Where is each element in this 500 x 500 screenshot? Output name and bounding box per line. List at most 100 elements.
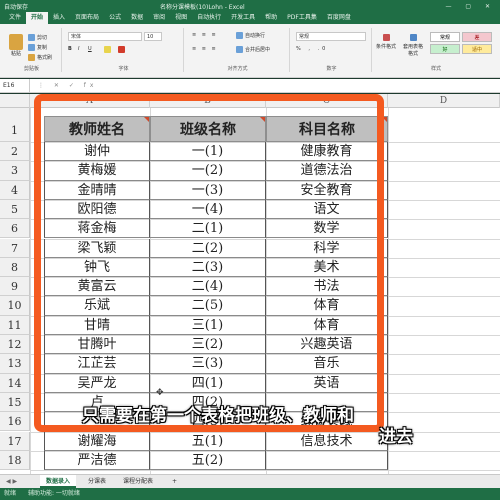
- table-cell[interactable]: 兴趣英语: [266, 335, 388, 355]
- row-header-5[interactable]: 5: [0, 199, 30, 220]
- ribbon-tab-5[interactable]: 数据: [126, 12, 148, 24]
- number-format-select[interactable]: 常规: [296, 32, 366, 41]
- sheet-tab-1[interactable]: 分课表: [82, 475, 112, 488]
- row-header-13[interactable]: 13: [0, 354, 30, 374]
- row-header-10[interactable]: 10: [0, 296, 30, 316]
- table-cell[interactable]: 语文: [266, 199, 388, 220]
- table-cell[interactable]: 二(1): [150, 219, 266, 239]
- style-normal[interactable]: 常规: [430, 32, 460, 42]
- tab-nav-buttons[interactable]: ◀ ▶: [6, 478, 17, 485]
- align-horizontal-buttons[interactable]: ≡ ≡ ≡: [192, 46, 218, 52]
- row-header-7[interactable]: 7: [0, 238, 30, 258]
- table-cell[interactable]: [266, 450, 388, 471]
- number-format-buttons[interactable]: % , .0: [296, 46, 328, 52]
- row-header-3[interactable]: 3: [0, 161, 30, 181]
- sheet-tab-2[interactable]: 课程分配表: [117, 475, 159, 488]
- select-all-corner[interactable]: [0, 94, 30, 108]
- column-header-D[interactable]: D: [388, 94, 500, 108]
- column-header-B[interactable]: B: [150, 94, 266, 108]
- table-cell[interactable]: 二(2): [150, 238, 266, 258]
- table-cell[interactable]: 甘晴: [44, 315, 150, 335]
- formula-bar-icons[interactable]: ⋮ ✕ ✓ fx: [30, 82, 97, 89]
- ribbon-tab-10[interactable]: 帮助: [260, 12, 282, 24]
- fill-color-button[interactable]: [104, 46, 113, 53]
- table-cell[interactable]: 梁飞颖: [44, 238, 150, 258]
- table-cell[interactable]: 吴严龙: [44, 373, 150, 393]
- table-cell[interactable]: 数学: [266, 219, 388, 239]
- row-header-11[interactable]: 11: [0, 315, 30, 335]
- table-cell[interactable]: 英语: [266, 373, 388, 393]
- table-cell[interactable]: 一(1): [150, 142, 266, 162]
- bold-button[interactable]: B: [68, 46, 72, 52]
- window-controls[interactable]: — ▢ ✕: [445, 3, 496, 10]
- table-cell[interactable]: 三(1): [150, 315, 266, 335]
- table-cell[interactable]: 体育: [266, 315, 388, 335]
- table-cell[interactable]: 三(2): [150, 335, 266, 355]
- row-header-8[interactable]: 8: [0, 257, 30, 278]
- font-color-button[interactable]: [118, 46, 127, 53]
- row-header-17[interactable]: 17: [0, 431, 30, 451]
- table-cell[interactable]: 钟飞: [44, 257, 150, 278]
- table-cell[interactable]: 一(4): [150, 199, 266, 220]
- table-cell[interactable]: 安全教育: [266, 180, 388, 200]
- ribbon-tab-9[interactable]: 开发工具: [226, 12, 260, 24]
- font-name-select[interactable]: 宋体: [68, 32, 142, 41]
- column-header-A[interactable]: A: [30, 94, 150, 108]
- table-cell[interactable]: 道德法治: [266, 161, 388, 181]
- ribbon-tab-12[interactable]: 百度网盘: [322, 12, 356, 24]
- table-cell[interactable]: 四(1): [150, 373, 266, 393]
- font-size-select[interactable]: 10: [144, 32, 162, 41]
- cut-button[interactable]: 剪切: [28, 34, 47, 41]
- table-cell[interactable]: 一(2): [150, 161, 266, 181]
- format-painter-button[interactable]: 格式刷: [28, 54, 52, 61]
- table-cell[interactable]: 健康教育: [266, 142, 388, 162]
- style-bad[interactable]: 差: [462, 32, 492, 42]
- wrap-text-button[interactable]: 自动换行: [236, 32, 265, 39]
- table-cell[interactable]: 蒋金梅: [44, 219, 150, 239]
- italic-button[interactable]: I: [78, 46, 79, 52]
- table-cell[interactable]: 体育: [266, 296, 388, 316]
- row-header-16[interactable]: 16: [0, 412, 30, 432]
- table-cell[interactable]: 科学: [266, 238, 388, 258]
- table-cell[interactable]: 谢仲: [44, 142, 150, 162]
- table-cell[interactable]: 金晴晴: [44, 180, 150, 200]
- row-header-6[interactable]: 6: [0, 219, 30, 239]
- table-cell[interactable]: 黄富云: [44, 277, 150, 297]
- underline-button[interactable]: U: [88, 46, 92, 52]
- table-format-button[interactable]: 套用表格格式: [402, 34, 424, 57]
- table-cell[interactable]: 美术: [266, 257, 388, 278]
- merge-center-button[interactable]: 合并后居中: [236, 46, 270, 53]
- table-header-cell[interactable]: 教师姓名: [44, 116, 150, 142]
- ribbon-tab-1[interactable]: 开始: [26, 12, 49, 24]
- name-box[interactable]: E16: [0, 78, 30, 93]
- sheet-tab-0[interactable]: 数据录入: [40, 475, 77, 488]
- table-cell[interactable]: 三(3): [150, 354, 266, 374]
- ribbon-tab-4[interactable]: 公式: [104, 12, 126, 24]
- table-cell[interactable]: 书法: [266, 277, 388, 297]
- style-neutral[interactable]: 适中: [462, 44, 492, 54]
- table-cell[interactable]: 江芷芸: [44, 354, 150, 374]
- ribbon-tab-3[interactable]: 页面布局: [70, 12, 104, 24]
- table-cell[interactable]: 二(5): [150, 296, 266, 316]
- style-good[interactable]: 好: [430, 44, 460, 54]
- table-cell[interactable]: 二(3): [150, 257, 266, 278]
- table-cell[interactable]: 黄梅媛: [44, 161, 150, 181]
- table-cell[interactable]: 严洁德: [44, 450, 150, 471]
- ribbon-tab-6[interactable]: 审阅: [148, 12, 170, 24]
- row-header-1[interactable]: 1: [0, 108, 30, 142]
- ribbon-tab-2[interactable]: 插入: [48, 12, 70, 24]
- table-cell[interactable]: 音乐: [266, 354, 388, 374]
- conditional-format-button[interactable]: 条件格式: [376, 34, 396, 50]
- table-cell[interactable]: 甘腾叶: [44, 335, 150, 355]
- row-header-18[interactable]: 18: [0, 450, 30, 471]
- table-header-cell[interactable]: 科目名称: [266, 116, 388, 142]
- align-top-buttons[interactable]: ≡ ≡ ≡: [192, 32, 218, 38]
- table-cell[interactable]: 欧阳德: [44, 199, 150, 220]
- row-header-12[interactable]: 12: [0, 335, 30, 355]
- ribbon-tab-0[interactable]: 文件: [4, 12, 26, 24]
- row-header-15[interactable]: 15: [0, 392, 30, 413]
- add-sheet-button[interactable]: +: [166, 475, 183, 488]
- table-cell[interactable]: 五(2): [150, 450, 266, 471]
- paste-button[interactable]: 粘贴: [7, 34, 25, 58]
- ribbon-tab-8[interactable]: 自动执行: [192, 12, 226, 24]
